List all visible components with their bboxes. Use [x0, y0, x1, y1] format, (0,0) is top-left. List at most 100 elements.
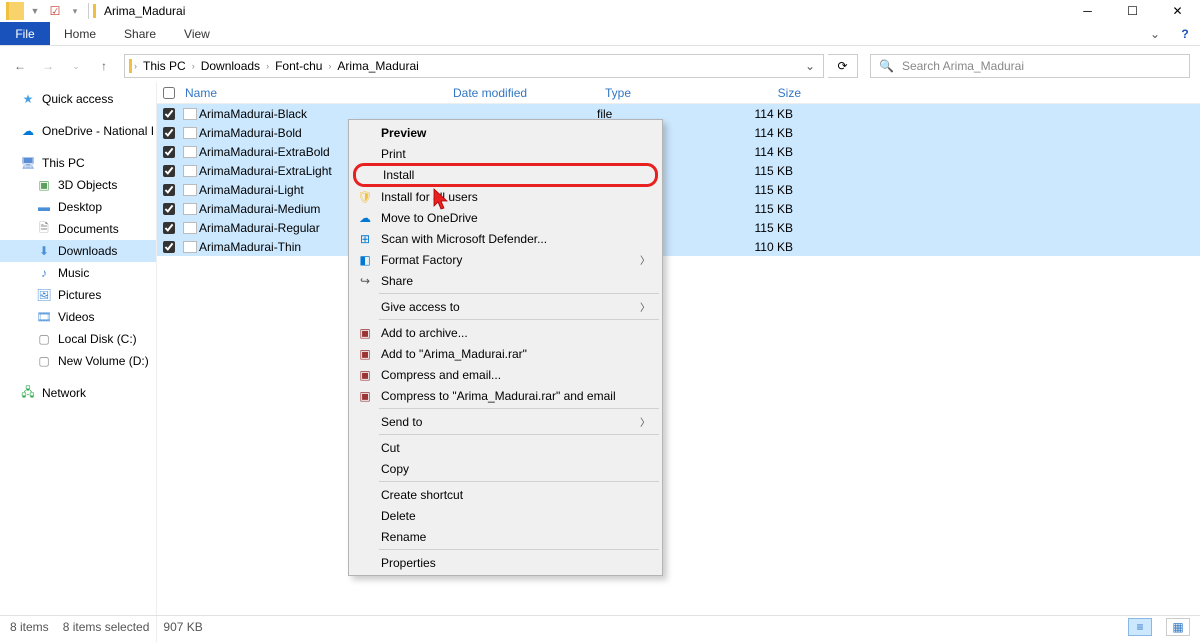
ctx-format-factory[interactable]: ◧Format Factory〉	[351, 249, 660, 270]
row-checkbox[interactable]	[157, 127, 181, 139]
details-view-button[interactable]: ≡	[1128, 618, 1152, 636]
maximize-button[interactable]: ☐	[1110, 0, 1155, 22]
share-icon: ↪	[357, 273, 373, 289]
ctx-properties[interactable]: Properties	[351, 552, 660, 573]
sidebar-thispc[interactable]: 🖥 This PC	[0, 152, 156, 174]
sidebar-music[interactable]: ♪Music	[0, 262, 156, 284]
sidebar-documents[interactable]: 🗎Documents	[0, 218, 156, 240]
row-checkbox[interactable]	[157, 222, 181, 234]
status-items: 8 items	[10, 620, 49, 634]
icons-view-button[interactable]: ▦	[1166, 618, 1190, 636]
col-date[interactable]: Date modified	[453, 86, 605, 100]
breadcrumb[interactable]: › This PC › Downloads › Font-chu › Arima…	[124, 54, 824, 78]
sidebar-pictures[interactable]: 🖼Pictures	[0, 284, 156, 306]
ctx-share[interactable]: ↪Share	[351, 270, 660, 291]
ctx-preview[interactable]: Preview	[351, 122, 660, 143]
folder-icon	[129, 59, 132, 73]
ctx-install[interactable]: Install	[353, 163, 658, 187]
file-size: 114 KB	[721, 145, 801, 159]
font-file-icon	[181, 222, 199, 234]
ctx-delete[interactable]: Delete	[351, 505, 660, 526]
table-row[interactable]: ArimaMadurai-Thinfile110 KB	[157, 237, 1200, 256]
format-icon: ◧	[357, 252, 373, 268]
ctx-compress-email[interactable]: ▣Compress and email...	[351, 364, 660, 385]
ctx-print[interactable]: Print	[351, 143, 660, 164]
chevron-right-icon: 〉	[640, 299, 650, 314]
ctx-compress-rar-email[interactable]: ▣Compress to "Arima_Madurai.rar" and ema…	[351, 385, 660, 406]
ctx-give-access[interactable]: Give access to〉	[351, 296, 660, 317]
row-checkbox[interactable]	[157, 108, 181, 120]
table-row[interactable]: ArimaMadurai-Blackfile114 KB	[157, 104, 1200, 123]
row-checkbox[interactable]	[157, 203, 181, 215]
col-size[interactable]: Size	[729, 86, 809, 100]
sidebar-quick-access[interactable]: ★ Quick access	[0, 88, 156, 110]
qat-down2-icon[interactable]: ▾	[66, 2, 84, 20]
ctx-scan[interactable]: ⊞Scan with Microsoft Defender...	[351, 228, 660, 249]
file-size: 115 KB	[721, 183, 801, 197]
file-size: 110 KB	[721, 240, 801, 254]
table-row[interactable]: ArimaMadurai-Regularfile115 KB	[157, 218, 1200, 237]
sidebar-downloads[interactable]: ⬇Downloads	[0, 240, 156, 262]
ctx-move-onedrive[interactable]: ☁Move to OneDrive	[351, 207, 660, 228]
ctx-install-all[interactable]: 🛡Install for all users	[351, 186, 660, 207]
tab-share[interactable]: Share	[110, 22, 170, 45]
back-button[interactable]: ←	[8, 54, 32, 78]
col-name[interactable]: Name	[181, 86, 453, 100]
sidebar-desktop[interactable]: ▬Desktop	[0, 196, 156, 218]
select-all-checkbox[interactable]	[157, 87, 181, 99]
ctx-rename[interactable]: Rename	[351, 526, 660, 547]
document-icon: 🗎	[36, 221, 52, 237]
close-button[interactable]: ✕	[1155, 0, 1200, 22]
sidebar-onedrive[interactable]: ☁ OneDrive - National I	[0, 120, 156, 142]
table-row[interactable]: ArimaMadurai-Lightfile115 KB	[157, 180, 1200, 199]
file-size: 115 KB	[721, 202, 801, 216]
search-input[interactable]: 🔍 Search Arima_Madurai	[870, 54, 1190, 78]
tab-home[interactable]: Home	[50, 22, 110, 45]
table-row[interactable]: ArimaMadurai-Boldfile114 KB	[157, 123, 1200, 142]
row-checkbox[interactable]	[157, 165, 181, 177]
help-icon[interactable]: ?	[1170, 22, 1200, 45]
ctx-cut[interactable]: Cut	[351, 437, 660, 458]
font-file-icon	[181, 165, 199, 177]
ctx-create-shortcut[interactable]: Create shortcut	[351, 484, 660, 505]
crumb-thispc[interactable]: This PC	[139, 59, 190, 73]
table-row[interactable]: ArimaMadurai-Mediumfile115 KB	[157, 199, 1200, 218]
sidebar-videos[interactable]: 🎞Videos	[0, 306, 156, 328]
table-row[interactable]: ArimaMadurai-ExtraBoldfile114 KB	[157, 142, 1200, 161]
forward-button[interactable]: →	[36, 54, 60, 78]
column-header: Name Date modified Type Size	[157, 82, 1200, 104]
picture-icon: 🖼	[36, 287, 52, 303]
up-button[interactable]: ↑	[92, 54, 116, 78]
chevron-right-icon: 〉	[640, 414, 650, 429]
ctx-copy[interactable]: Copy	[351, 458, 660, 479]
sidebar-localdisk[interactable]: ▢Local Disk (C:)	[0, 328, 156, 350]
ctx-add-archive[interactable]: ▣Add to archive...	[351, 322, 660, 343]
ctx-send-to[interactable]: Send to〉	[351, 411, 660, 432]
row-checkbox[interactable]	[157, 184, 181, 196]
download-icon: ⬇	[36, 243, 52, 259]
tab-view[interactable]: View	[170, 22, 224, 45]
rar-icon: ▣	[357, 367, 373, 383]
ctx-add-rar[interactable]: ▣Add to "Arima_Madurai.rar"	[351, 343, 660, 364]
ribbon-expand-icon[interactable]: ⌄	[1140, 22, 1170, 45]
row-checkbox[interactable]	[157, 241, 181, 253]
font-file-icon	[181, 241, 199, 253]
breadcrumb-dropdown-icon[interactable]: ⌄	[801, 59, 819, 73]
qat-down-icon[interactable]: ▼	[26, 2, 44, 20]
recent-dropdown[interactable]: ⌄	[64, 54, 88, 78]
col-type[interactable]: Type	[605, 86, 729, 100]
sidebar-network[interactable]: 🖧 Network	[0, 382, 156, 404]
minimize-button[interactable]: ─	[1065, 0, 1110, 22]
crumb-downloads[interactable]: Downloads	[197, 59, 264, 73]
refresh-button[interactable]: ⟳	[828, 54, 858, 78]
sidebar-3dobjects[interactable]: ▣3D Objects	[0, 174, 156, 196]
table-row[interactable]: ArimaMadurai-ExtraLightfile115 KB	[157, 161, 1200, 180]
row-checkbox[interactable]	[157, 146, 181, 158]
sidebar-newvolume[interactable]: ▢New Volume (D:)	[0, 350, 156, 372]
crumb-fontchu[interactable]: Font-chu	[271, 59, 326, 73]
status-selected: 8 items selected	[63, 620, 150, 634]
search-placeholder: Search Arima_Madurai	[902, 59, 1024, 73]
qat-properties-icon[interactable]: ☑	[46, 2, 64, 20]
file-tab[interactable]: File	[0, 22, 50, 45]
crumb-arima[interactable]: Arima_Madurai	[333, 59, 422, 73]
